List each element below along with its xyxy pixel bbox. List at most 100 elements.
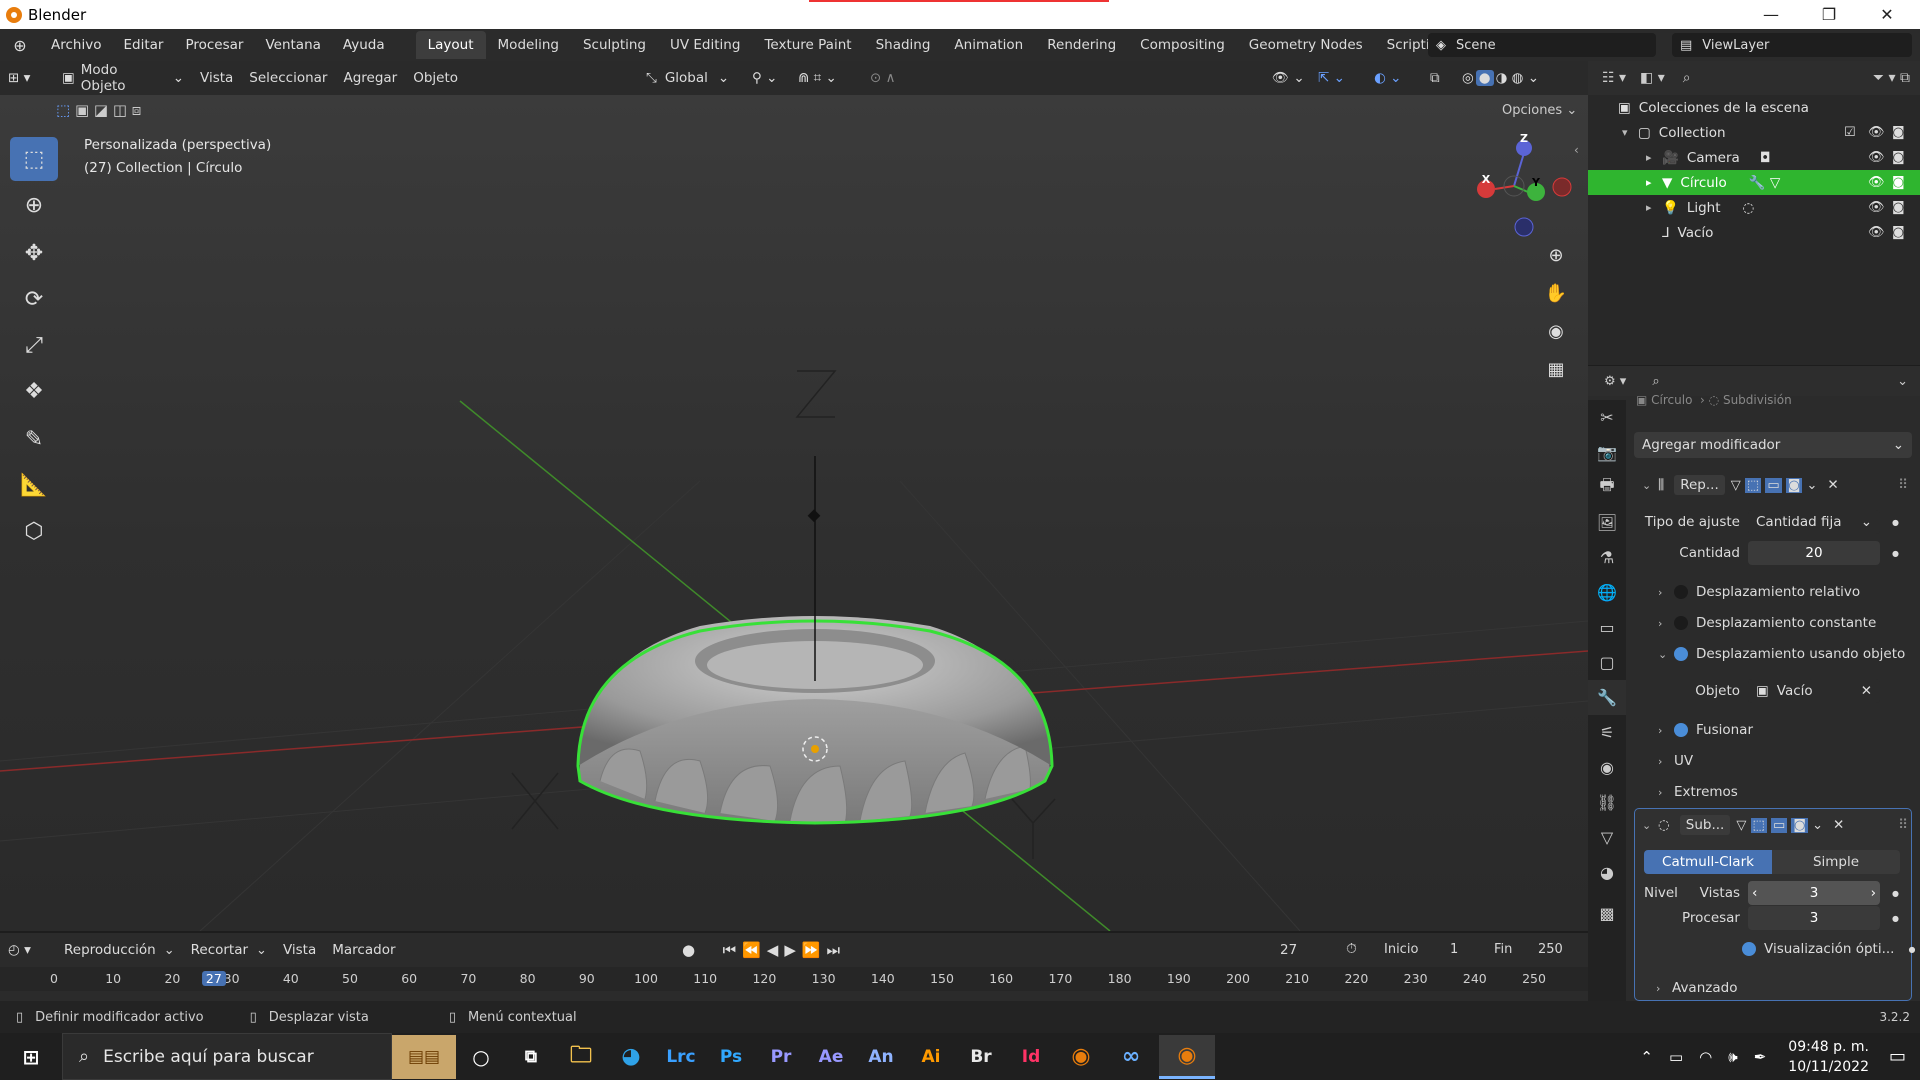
chevron-down-icon[interactable]: ⌄	[1897, 374, 1908, 389]
rotate-tool-icon[interactable]: ⟳	[10, 277, 58, 321]
simple-button[interactable]: Simple	[1772, 850, 1900, 874]
notifications-icon[interactable]: ▭	[1889, 1046, 1906, 1067]
uv-row[interactable]: › UV	[1658, 748, 1920, 774]
keyframe-dot-icon[interactable]: ●	[1892, 914, 1899, 923]
measure-tool-icon[interactable]: 📐	[10, 463, 58, 507]
collection-tab-icon[interactable]: ▭	[1588, 610, 1626, 645]
clock[interactable]: 09:48 p. m. 10/11/2022	[1788, 1037, 1869, 1077]
render-level-field[interactable]: 3	[1748, 906, 1880, 930]
keyframe-dot-icon[interactable]: ●	[1892, 549, 1899, 558]
keyframe-dot-icon[interactable]: ●	[1908, 945, 1915, 954]
camera-icon[interactable]: ◙	[1892, 175, 1905, 190]
modifier-toggle-icons[interactable]: ▽ ⬚ ▭ ◙ ⌄	[1736, 817, 1823, 833]
eye-icon[interactable]: 👁	[1868, 150, 1885, 165]
object-offset-toggle[interactable]	[1674, 647, 1688, 661]
drag-handle-icon[interactable]: ⠿	[1898, 817, 1908, 833]
file-explorer-icon[interactable]: 🗀	[559, 1035, 603, 1079]
outliner-scene-collection[interactable]: ▣ Colecciones de la escena	[1588, 95, 1920, 120]
subsurf-modifier-name[interactable]: Sub...	[1679, 815, 1731, 835]
outliner-collection[interactable]: ▾ ▢ Collection ☑ 👁 ◙	[1588, 120, 1920, 145]
animate-icon[interactable]: An	[859, 1035, 903, 1079]
maximize-button[interactable]: ❐	[1800, 0, 1858, 29]
menu-recortar[interactable]: Recortar	[183, 938, 256, 962]
caps-row[interactable]: › Extremos	[1658, 779, 1920, 805]
advanced-row[interactable]: › Avanzado	[1656, 975, 1920, 1001]
object-tab-icon[interactable]: ▢	[1588, 645, 1626, 680]
filter-icon[interactable]: ⏷ ▾ ⧉	[1873, 70, 1910, 86]
lightroom-classic-icon[interactable]: Lrc	[659, 1035, 703, 1079]
start-frame-field[interactable]: 1	[1450, 942, 1458, 957]
taskbar-search[interactable]: ⌕ Escribe aquí para buscar	[62, 1033, 392, 1080]
zoom-icon[interactable]: ⊕	[1540, 239, 1572, 271]
remove-modifier-icon[interactable]: ✕	[1827, 477, 1838, 493]
camera-icon[interactable]: ◙	[1892, 150, 1905, 165]
menu-ventana[interactable]: Ventana	[254, 32, 331, 58]
pan-hand-icon[interactable]: ✋	[1540, 277, 1572, 309]
relative-offset-toggle[interactable]	[1674, 585, 1688, 599]
collapse-icon[interactable]: ⌄	[1642, 819, 1658, 832]
gizmo-y-label[interactable]: Y	[1528, 176, 1544, 189]
annotate-tool-icon[interactable]: ✎	[10, 417, 58, 461]
selection-mode-icons[interactable]: ⬚ ▣ ◪ ◫ ⧈	[56, 101, 141, 119]
increment-icon[interactable]: ›	[1871, 885, 1876, 901]
subsurf-modifier-header[interactable]: ⌄ ◌ Sub... ▽ ⬚ ▭ ◙ ⌄ ✕ ⠿	[1634, 812, 1914, 838]
viewlayer-selector[interactable]: ▤ ViewLayer	[1672, 33, 1912, 57]
remove-modifier-icon[interactable]: ✕	[1833, 817, 1844, 833]
add-modifier-dropdown[interactable]: Agregar modificador ⌄	[1634, 432, 1912, 458]
3d-viewport[interactable]: X Y Z Personalizada (perspectiva) (27) C…	[0, 61, 1588, 931]
bridge-icon[interactable]: Br	[959, 1035, 1003, 1079]
tray-chevron-icon[interactable]: ⌃	[1640, 1048, 1653, 1066]
tab-modeling[interactable]: Modeling	[486, 31, 571, 59]
tab-uv-editing[interactable]: UV Editing	[658, 31, 752, 59]
camera-icon[interactable]: ◙	[1892, 200, 1905, 215]
camera-icon[interactable]: ◙	[1892, 125, 1905, 140]
end-frame-field[interactable]: 250	[1538, 942, 1563, 957]
merge-row[interactable]: › Fusionar	[1658, 717, 1920, 743]
eye-icon[interactable]: 👁	[1868, 200, 1885, 215]
optimal-display-row[interactable]: Visualización ópti... ●	[1742, 936, 1920, 962]
gizmo-z-label[interactable]: Z	[1516, 132, 1532, 145]
tab-geometry-nodes[interactable]: Geometry Nodes	[1237, 31, 1375, 59]
tab-rendering[interactable]: Rendering	[1035, 31, 1128, 59]
particles-tab-icon[interactable]: ⚟	[1588, 715, 1626, 750]
menu-seleccionar[interactable]: Seleccionar	[241, 66, 335, 90]
collapse-icon[interactable]: ⌄	[1642, 479, 1658, 492]
stopwatch-icon[interactable]: ⏱	[1346, 941, 1357, 957]
outliner-item-vacio[interactable]: ⅃ Vacío 👁 ◙	[1588, 220, 1920, 245]
windows-start-icon[interactable]: ⊞	[3, 1035, 59, 1079]
blender-menu-icon[interactable]: ⊕	[0, 36, 40, 55]
blender-active-taskbar-icon[interactable]: ◉	[1159, 1034, 1215, 1079]
props-search-icon[interactable]: ⌕	[1652, 374, 1659, 389]
constant-offset-row[interactable]: › Desplazamiento constante	[1658, 610, 1920, 636]
modifier-tab-icon[interactable]: 🔧	[1588, 680, 1626, 715]
eye-icon[interactable]: 👁	[1868, 175, 1885, 190]
indesign-icon[interactable]: Id	[1009, 1035, 1053, 1079]
timeline-editor-icon[interactable]: ◴ ▾	[0, 938, 56, 962]
menu-objeto[interactable]: Objeto	[405, 66, 466, 90]
proportional-edit-icon[interactable]: ⊙ ∧	[862, 66, 903, 90]
catmull-clark-button[interactable]: Catmull-Clark	[1644, 850, 1772, 874]
texture-tab-icon[interactable]: ▩	[1588, 896, 1626, 931]
cursor-tool-icon[interactable]: ⊕	[10, 183, 58, 227]
material-tab-icon[interactable]: ◕	[1588, 855, 1626, 890]
wifi-icon[interactable]: ◠	[1699, 1048, 1712, 1066]
physics-tab-icon[interactable]: ◉	[1588, 750, 1626, 785]
camera-icon[interactable]: ◙	[1892, 225, 1905, 240]
clear-icon[interactable]: ✕	[1861, 683, 1872, 699]
current-frame-indicator[interactable]: 27	[201, 971, 226, 986]
menu-vista[interactable]: Vista	[192, 66, 241, 90]
camera-view-icon[interactable]: ◉	[1540, 315, 1572, 347]
search-icon[interactable]: ⌕	[1683, 70, 1691, 86]
tab-texture-paint[interactable]: Texture Paint	[752, 31, 863, 59]
keyframe-dot-icon[interactable]: ●	[1892, 518, 1899, 527]
views-level-field[interactable]: ‹ 3 ›	[1748, 881, 1880, 905]
playback-controls[interactable]: ● ⏮⏪◀▶⏩⏭	[682, 941, 846, 959]
output-tab-icon[interactable]: 🖶	[1588, 470, 1626, 505]
menu-marcador[interactable]: Marcador	[324, 938, 403, 962]
render-tab-icon[interactable]: 📷	[1588, 435, 1626, 470]
news-widget-icon[interactable]: ▤▤	[392, 1034, 456, 1079]
ortho-grid-icon[interactable]: ▦	[1540, 353, 1572, 385]
object-offset-row[interactable]: ⌄ Desplazamiento usando objeto	[1658, 641, 1920, 667]
checkbox-icon[interactable]: ☑	[1844, 125, 1856, 140]
fit-type-dropdown[interactable]: Cantidad fija ⌄	[1748, 510, 1880, 534]
